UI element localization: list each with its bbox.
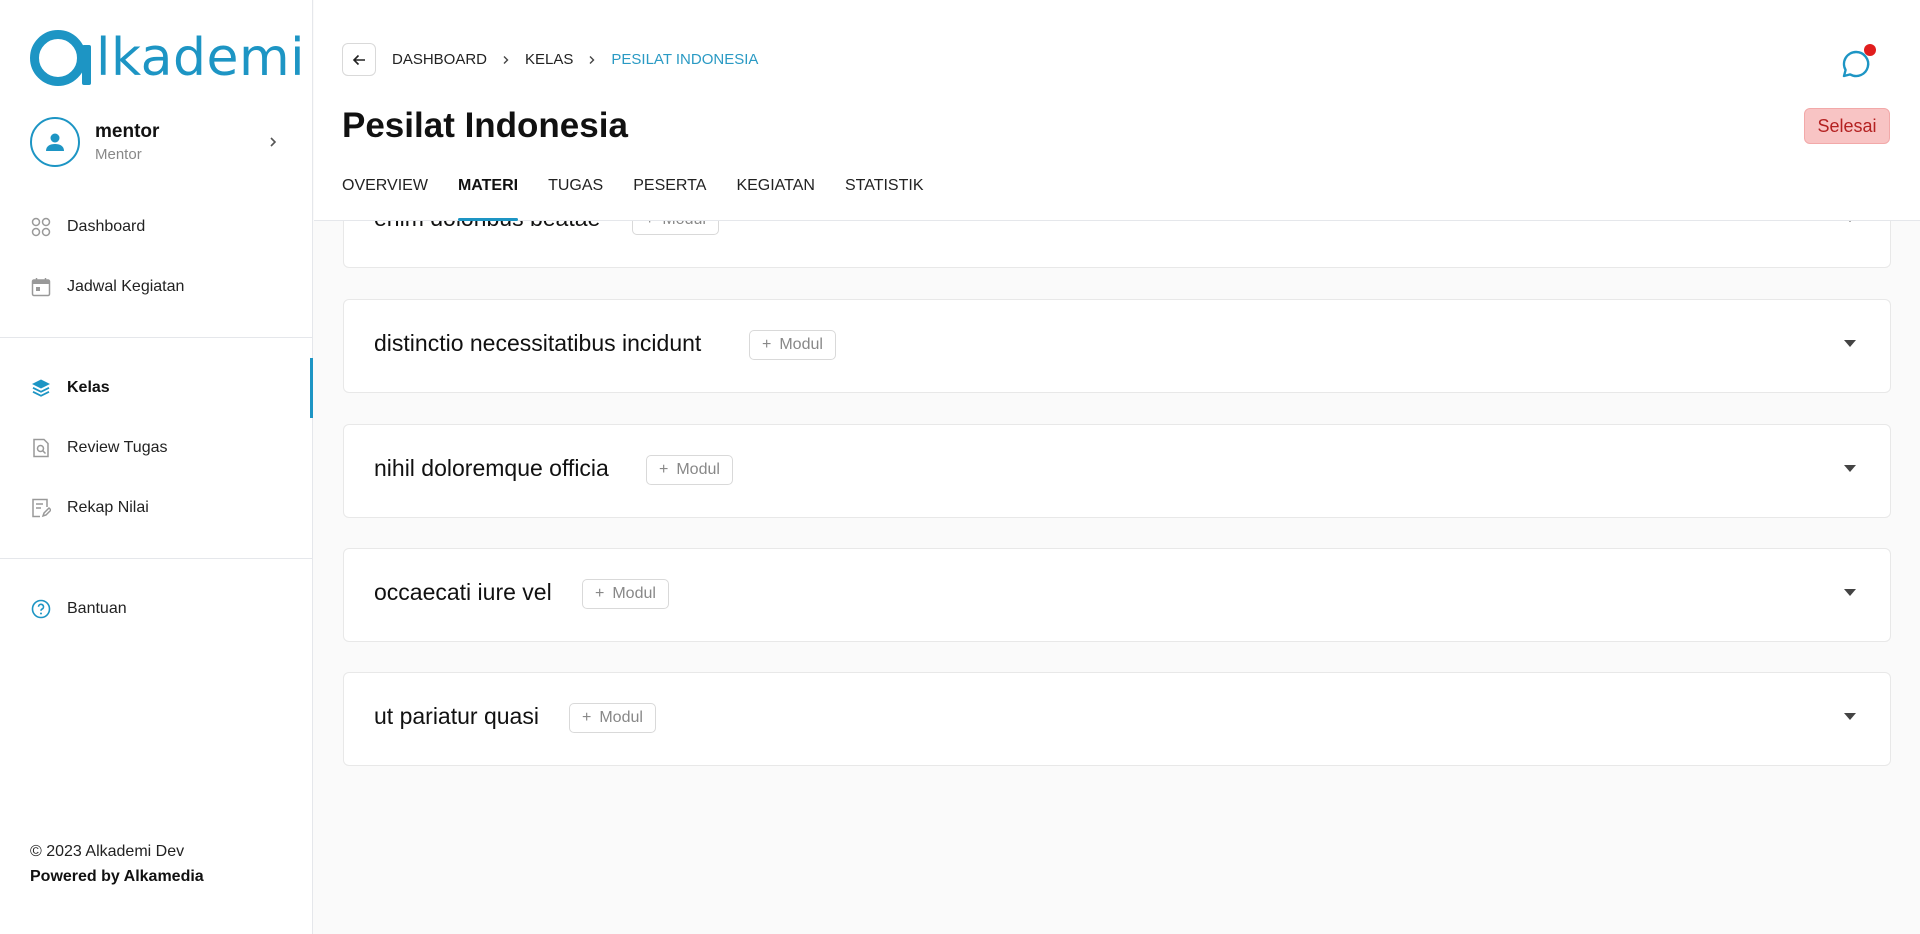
tab-statistik[interactable]: STATISTIK [845, 175, 924, 221]
notification-dot [1864, 44, 1876, 56]
caret-down-icon[interactable] [1844, 589, 1856, 596]
add-modul-button[interactable]: + Modul [582, 579, 669, 609]
plus-icon: + [595, 585, 605, 602]
materi-section[interactable]: nihil doloremque officia + Modul [343, 424, 1891, 518]
add-modul-label: Modul [779, 336, 823, 353]
breadcrumb-current: PESILAT INDONESIA [611, 51, 759, 68]
tab-peserta[interactable]: PESERTA [633, 175, 706, 221]
section-title: distinctio necessitatibus incidunt [374, 330, 702, 356]
add-modul-label: Modul [612, 585, 656, 602]
layers-icon [30, 377, 52, 399]
sidebar-item-label: Dashboard [67, 218, 146, 235]
caret-down-icon[interactable] [1844, 713, 1856, 720]
breadcrumb-dashboard[interactable]: DASHBOARD [392, 51, 487, 68]
arrow-left-icon [352, 54, 365, 65]
plus-icon: + [659, 461, 669, 478]
back-button[interactable] [342, 43, 376, 76]
tab-materi[interactable]: MATERI [457, 175, 519, 221]
sidebar-item-label: Rekap Nilai [67, 499, 149, 516]
user-name: mentor [95, 121, 160, 142]
footer-copyright: © 2023 Alkademi Dev [30, 843, 185, 860]
calendar-icon [30, 276, 52, 298]
logo-mark-icon [30, 30, 91, 86]
sidebar-item-label: Bantuan [67, 600, 127, 617]
sidebar: lkademi mentor Mentor Dashboard Jadwal K… [0, 0, 313, 934]
help-circle-icon [30, 598, 52, 620]
edit-document-icon [30, 497, 52, 519]
page-header: DASHBOARD KELAS PESILAT INDONESIA Pesila… [314, 0, 1920, 221]
materi-section[interactable]: distinctio necessitatibus incidunt + Mod… [343, 299, 1891, 393]
plus-icon: + [762, 336, 772, 353]
status-badge: Selesai [1804, 108, 1890, 144]
add-modul-button[interactable]: + Modul [749, 330, 836, 360]
footer-powered-by: Powered by Alkamedia [30, 868, 204, 885]
add-modul-label: Modul [599, 709, 643, 726]
logo-text: lkademi [96, 28, 306, 88]
caret-down-icon[interactable] [1844, 340, 1856, 347]
tab-tugas[interactable]: TUGAS [548, 175, 603, 221]
sidebar-divider [0, 558, 313, 559]
user-profile[interactable]: mentor Mentor [30, 117, 283, 167]
materi-section[interactable]: occaecati iure vel + Modul [343, 548, 1891, 642]
tab-kegiatan[interactable]: KEGIATAN [736, 175, 815, 221]
sidebar-item-rekap-nilai[interactable]: Rekap Nilai [0, 488, 313, 528]
breadcrumb: DASHBOARD KELAS PESILAT INDONESIA [392, 51, 758, 68]
breadcrumb-kelas[interactable]: KELAS [525, 51, 573, 68]
plus-icon: + [582, 709, 592, 726]
chevron-right-icon [587, 55, 597, 65]
sidebar-item-kelas[interactable]: Kelas [0, 358, 313, 418]
user-avatar-icon [30, 117, 80, 167]
section-title: occaecati iure vel [374, 579, 552, 605]
chevron-right-icon [263, 132, 283, 152]
sidebar-item-jadwal-kegiatan[interactable]: Jadwal Kegiatan [0, 267, 313, 307]
caret-down-icon[interactable] [1844, 465, 1856, 472]
chat-button[interactable] [1840, 44, 1876, 80]
section-title: ut pariatur quasi [374, 703, 539, 729]
page-title: Pesilat Indonesia [342, 106, 628, 145]
add-modul-button[interactable]: + Modul [646, 455, 733, 485]
section-title: nihil doloremque officia [374, 455, 609, 481]
sidebar-item-dashboard[interactable]: Dashboard [0, 207, 313, 247]
add-modul-button[interactable]: + Modul [569, 703, 656, 733]
sidebar-item-label: Review Tugas [67, 439, 168, 456]
chevron-right-icon [501, 55, 511, 65]
materi-section[interactable]: ut pariatur quasi + Modul [343, 672, 1891, 766]
add-modul-label: Modul [676, 461, 720, 478]
tab-bar: OVERVIEW MATERI TUGAS PESERTA KEGIATAN S… [342, 175, 954, 221]
grid-icon [30, 216, 52, 238]
search-document-icon [30, 437, 52, 459]
user-role: Mentor [95, 146, 142, 163]
sidebar-divider [0, 337, 313, 338]
sidebar-item-review-tugas[interactable]: Review Tugas [0, 428, 313, 468]
sidebar-item-bantuan[interactable]: Bantuan [0, 589, 313, 629]
tab-overview[interactable]: OVERVIEW [342, 175, 428, 221]
sidebar-item-label: Jadwal Kegiatan [67, 278, 185, 295]
alkademi-logo[interactable]: lkademi [30, 28, 305, 88]
sidebar-item-label: Kelas [67, 379, 110, 396]
